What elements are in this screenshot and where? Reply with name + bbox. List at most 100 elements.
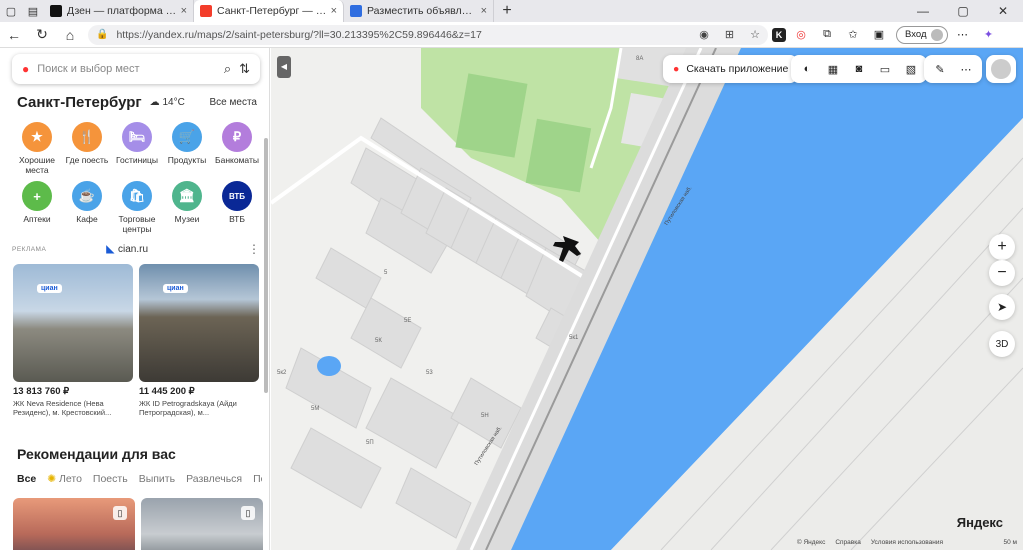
- category-item[interactable]: 🛍 Торговые центры: [112, 181, 162, 234]
- ad-header: РЕКЛАМА ◣ cian.ru ⋮: [12, 242, 260, 256]
- rec-card[interactable]: ▯: [141, 498, 263, 550]
- city-title: Санкт-Петербург: [17, 94, 142, 111]
- ad-price: 13 813 760 ₽: [13, 386, 70, 397]
- category-item[interactable]: + Аптеки: [12, 181, 62, 234]
- url-field[interactable]: 🔒 https://yandex.ru/maps/2/saint-petersb…: [88, 24, 768, 45]
- tab-post-ad[interactable]: Разместить объявление о прод ×: [344, 0, 494, 22]
- reload-icon[interactable]: ↻: [28, 26, 56, 43]
- category-item[interactable]: ☕ Кафе: [62, 181, 112, 234]
- search-box[interactable]: ● Поиск и выбор мест ⌕ ⇅: [12, 54, 260, 84]
- all-places-link[interactable]: Все места: [210, 97, 257, 108]
- panorama-icon[interactable]: ▦: [823, 63, 843, 76]
- location-arrow-icon: ➤: [996, 300, 1008, 314]
- extension-icon[interactable]: ◎: [790, 28, 812, 41]
- maximize-icon[interactable]: ▢: [943, 0, 983, 22]
- user-profile-button[interactable]: [986, 55, 1016, 83]
- minimize-icon[interactable]: —: [903, 0, 943, 22]
- bookmark-icon[interactable]: ▯: [241, 506, 255, 520]
- kinopoisk-extension-icon[interactable]: K: [772, 27, 786, 42]
- geolocation-button[interactable]: ➤: [989, 294, 1015, 320]
- tab-yandex-maps[interactable]: Санкт-Петербург — Яндекс Карт ×: [194, 0, 344, 22]
- category-icon: ★: [22, 122, 52, 152]
- category-label: Торговые центры: [118, 214, 156, 234]
- category-item[interactable]: 🛒 Продукты: [162, 122, 212, 175]
- map-pin-icon: ●: [673, 63, 680, 75]
- ad-image[interactable]: циан: [139, 264, 259, 382]
- category-icon: ₽: [222, 122, 252, 152]
- rec-tab-all[interactable]: Все: [17, 473, 36, 485]
- ad-cards: циан 13 813 760 ₽ ЖК Neva Residence (Нев…: [13, 264, 259, 417]
- map-pin-icon: [200, 5, 212, 17]
- weather[interactable]: ☁ 14°C: [150, 97, 185, 108]
- rec-tab-fun[interactable]: Развлечься: [186, 473, 242, 485]
- close-icon[interactable]: ×: [481, 5, 487, 17]
- copilot-icon[interactable]: ✦: [978, 28, 1000, 41]
- rec-tab-more[interactable]: По: [253, 473, 262, 485]
- category-item[interactable]: ₽ Банкоматы: [212, 122, 262, 175]
- category-item[interactable]: ★ Хорошие места: [12, 122, 62, 175]
- category-item[interactable]: 🏛 Музеи: [162, 181, 212, 234]
- 3d-button[interactable]: 3D: [989, 331, 1015, 357]
- more-icon[interactable]: ⋯: [952, 28, 974, 41]
- category-item[interactable]: 🛏 Гостиницы: [112, 122, 162, 175]
- category-icon: ☕: [72, 181, 102, 211]
- close-icon[interactable]: ×: [181, 5, 187, 17]
- download-app-label: Скачать приложение: [686, 63, 789, 75]
- map-tools-bar: ✎ ⋯: [924, 55, 982, 83]
- lock-icon[interactable]: 🔒: [96, 29, 108, 40]
- url-text[interactable]: https://yandex.ru/maps/2/saint-petersbur…: [116, 29, 683, 41]
- sidebar-scrollbar[interactable]: [264, 138, 268, 393]
- new-tab-button[interactable]: +: [494, 0, 520, 22]
- transport-icon[interactable]: ▭: [875, 63, 895, 76]
- copyright-text[interactable]: © Яндекс: [797, 539, 825, 546]
- more-icon[interactable]: ⋯: [956, 63, 976, 76]
- collections-icon[interactable]: ▣: [868, 28, 890, 41]
- search-input[interactable]: Поиск и выбор мест: [37, 63, 216, 75]
- location-icon[interactable]: ◉: [699, 28, 709, 41]
- tab-actions-icon[interactable]: ▤: [22, 0, 44, 22]
- map-canvas[interactable]: Путиловская наб. Путиловская наб. 8А 5 5…: [271, 48, 1023, 550]
- ad-card[interactable]: циан 13 813 760 ₽ ЖК Neva Residence (Нев…: [13, 264, 133, 417]
- cian-badge: циан: [163, 284, 188, 293]
- category-item[interactable]: 🍴 Где поесть: [62, 122, 112, 175]
- ad-source[interactable]: ◣ cian.ru: [106, 244, 148, 255]
- favorites-icon[interactable]: ✩: [842, 28, 864, 41]
- back-icon[interactable]: ←: [0, 27, 28, 43]
- zoom-out-button[interactable]: −: [989, 260, 1015, 286]
- app-available-icon[interactable]: ⊞: [725, 28, 734, 41]
- ruler-icon[interactable]: ✎: [930, 63, 950, 76]
- close-window-icon[interactable]: ✕: [983, 0, 1023, 22]
- camera-icon[interactable]: ◙: [849, 63, 869, 75]
- collapse-sidebar-button[interactable]: ◀: [277, 56, 291, 78]
- recommendations-title: Рекомендации для вас: [17, 446, 176, 462]
- tab-dzen[interactable]: Дзен — платформа для просмо ×: [44, 0, 194, 22]
- search-icon[interactable]: ⌕: [224, 61, 231, 77]
- rec-tab-eat[interactable]: Поесть: [93, 473, 128, 485]
- split-screen-icon[interactable]: ⧉: [816, 28, 838, 41]
- ad-card[interactable]: циан 11 445 200 ₽ ЖК ID Petrogradskaya (…: [139, 264, 259, 417]
- route-icon[interactable]: ⇅: [239, 61, 250, 77]
- profile-icon[interactable]: ▢: [0, 0, 22, 22]
- favorite-icon[interactable]: ☆: [750, 28, 760, 41]
- map-layers-bar: ◐ ▦ ◙ ▭ ▧: [791, 55, 927, 83]
- help-link[interactable]: Справка: [835, 539, 861, 546]
- ad-more-icon[interactable]: ⋮: [248, 242, 260, 256]
- traffic-icon[interactable]: ▧: [901, 63, 921, 76]
- layers-icon[interactable]: ◐: [797, 63, 817, 75]
- rec-card[interactable]: ▯: [13, 498, 135, 550]
- rec-tab-summer[interactable]: ✺ Лето: [47, 473, 82, 485]
- terms-link[interactable]: Условия использования: [871, 539, 943, 546]
- rec-tab-drink[interactable]: Выпить: [139, 473, 175, 485]
- zoom-in-button[interactable]: +: [989, 234, 1015, 260]
- close-icon[interactable]: ×: [331, 5, 337, 17]
- browser-tab-bar: ▢ ▤ Дзен — платформа для просмо × Санкт-…: [0, 0, 1023, 22]
- bookmark-icon[interactable]: ▯: [113, 506, 127, 520]
- download-app-button[interactable]: ● Скачать приложение: [663, 55, 799, 83]
- category-label: Музеи: [174, 214, 200, 224]
- pond: [317, 356, 341, 376]
- login-button[interactable]: Вход: [896, 25, 948, 44]
- category-item[interactable]: ВТБ ВТБ: [212, 181, 262, 234]
- category-label: Где поесть: [65, 155, 109, 165]
- ad-image[interactable]: циан: [13, 264, 133, 382]
- home-icon[interactable]: ⌂: [56, 27, 84, 43]
